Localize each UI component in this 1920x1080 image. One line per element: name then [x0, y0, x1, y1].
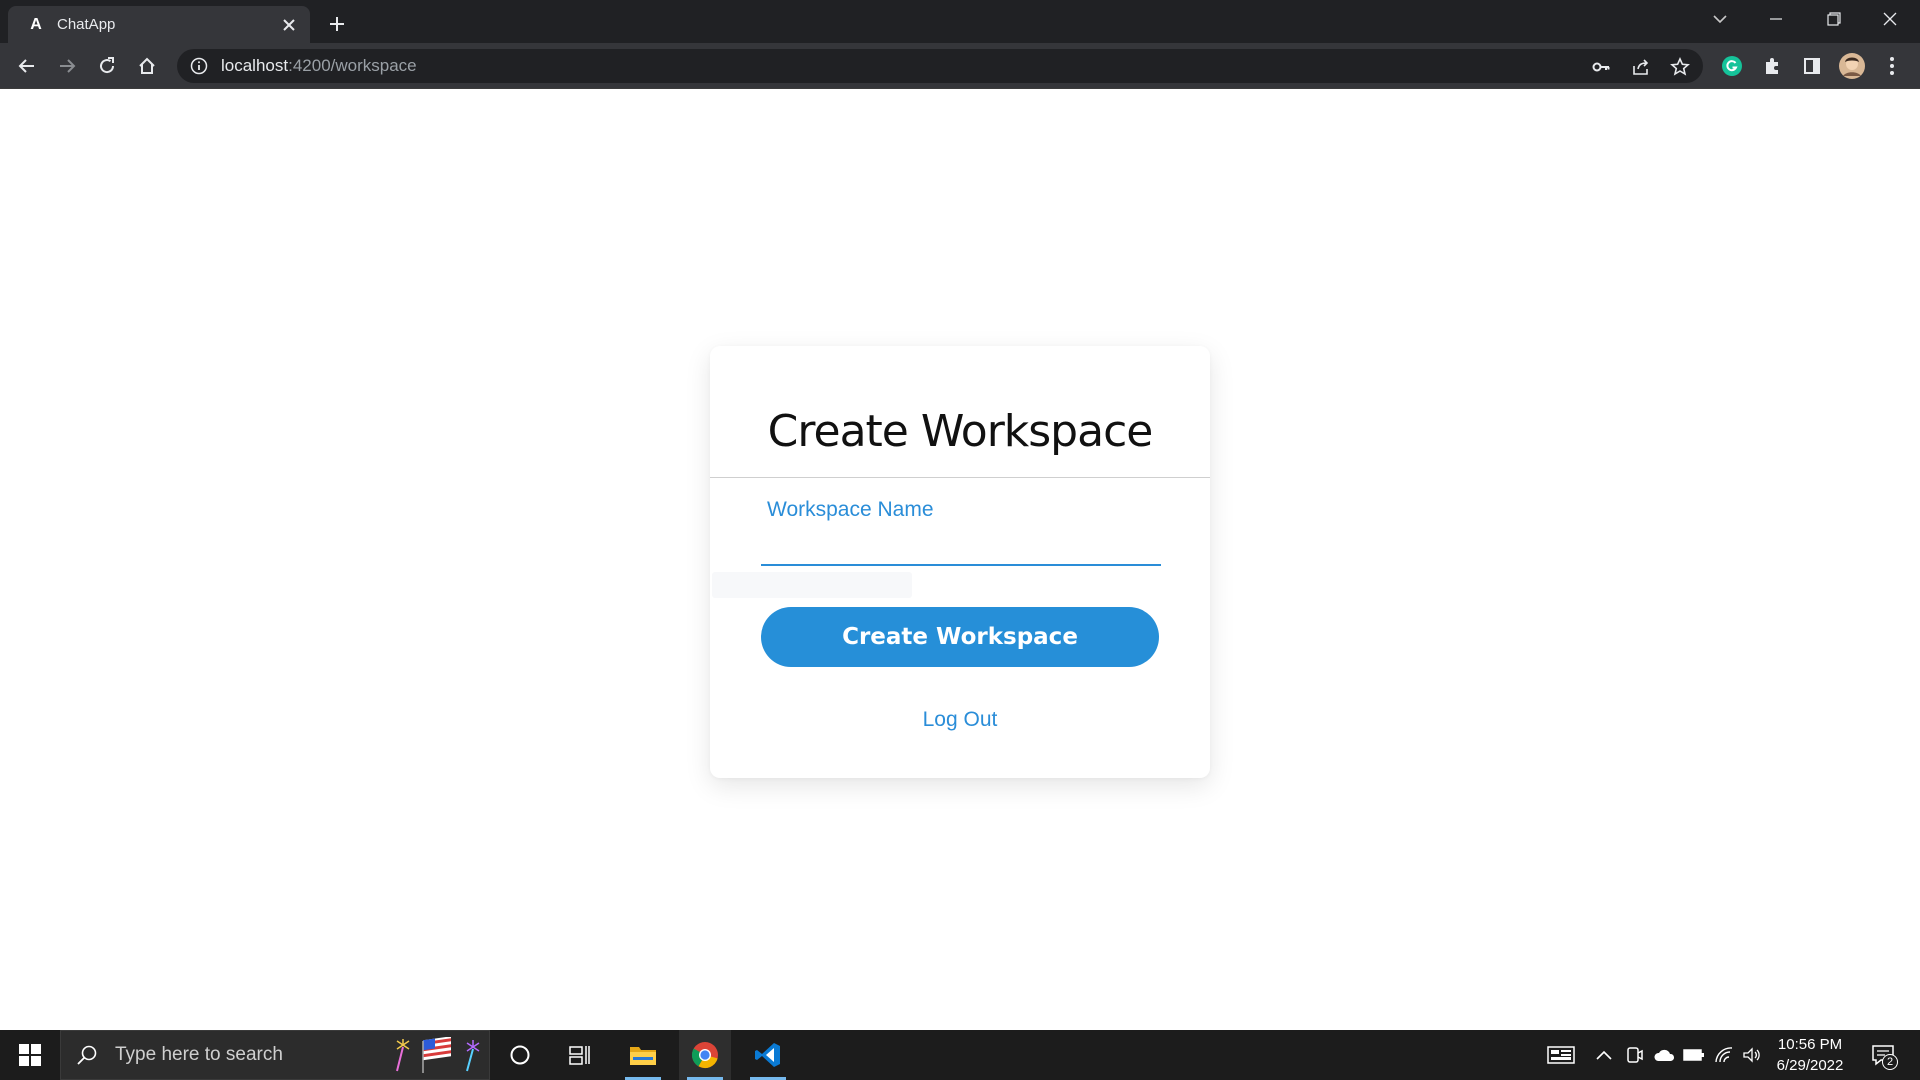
extensions-puzzle-icon[interactable] [1756, 50, 1788, 82]
search-highlight-fireworks-icon [389, 1037, 485, 1075]
profile-avatar[interactable] [1836, 50, 1868, 82]
workspace-name-label: Workspace Name [767, 498, 934, 521]
home-icon[interactable] [131, 50, 163, 82]
password-key-icon[interactable] [1590, 56, 1612, 78]
page-title: Create Workspace [767, 406, 1154, 457]
windows-start-icon[interactable] [0, 1030, 60, 1080]
cortana-icon[interactable] [494, 1030, 546, 1080]
url-host: localhost [221, 56, 289, 75]
side-panel-icon[interactable] [1796, 50, 1828, 82]
browser-tab[interactable]: A ChatApp [8, 6, 310, 43]
url-path: :4200/workspace [288, 56, 417, 75]
onedrive-cloud-icon[interactable] [1652, 1043, 1676, 1067]
notification-count-badge: 2 [1882, 1054, 1898, 1070]
search-placeholder: Type here to search [115, 1044, 283, 1065]
taskbar-clock[interactable]: 10:56 PM 6/29/2022 [1762, 1034, 1858, 1076]
browser-toolbar: localhost:4200/workspace [0, 43, 1920, 89]
url-text: localhost:4200/workspace [221, 56, 417, 76]
show-hidden-icons-chevron-icon[interactable] [1592, 1043, 1616, 1067]
tab-title: ChatApp [57, 16, 116, 33]
file-explorer-icon[interactable] [617, 1030, 669, 1080]
new-tab-icon[interactable] [322, 9, 352, 39]
notifications-icon[interactable]: 2 [1866, 1039, 1900, 1071]
forward-arrow-icon[interactable] [51, 50, 83, 82]
share-icon[interactable] [1630, 56, 1652, 78]
restore-icon[interactable] [1806, 0, 1862, 38]
browser-menu-icon[interactable] [1876, 50, 1908, 82]
workspace-name-input[interactable] [761, 528, 1161, 566]
clock-date: 6/29/2022 [1776, 1057, 1844, 1074]
meet-now-icon[interactable] [1622, 1043, 1646, 1067]
create-workspace-card: Create Workspace Workspace Name Create W… [710, 346, 1210, 778]
volume-icon[interactable] [1740, 1043, 1764, 1067]
chrome-icon[interactable] [679, 1030, 731, 1080]
clock-time: 10:56 PM [1777, 1036, 1843, 1053]
battery-icon[interactable] [1682, 1043, 1706, 1067]
close-window-icon[interactable] [1862, 0, 1918, 38]
task-view-icon[interactable] [554, 1030, 606, 1080]
close-tab-icon[interactable] [278, 14, 300, 36]
create-workspace-button[interactable]: Create Workspace [761, 607, 1159, 667]
minimize-icon[interactable] [1748, 0, 1804, 38]
angular-favicon-icon: A [30, 15, 42, 33]
tab-search-chevron-icon[interactable] [1692, 0, 1748, 38]
bookmark-star-icon[interactable] [1669, 56, 1691, 78]
browser-tab-strip: A ChatApp [0, 0, 1920, 43]
autofill-hint [712, 572, 912, 598]
taskbar-search-box[interactable]: Type here to search [60, 1030, 490, 1080]
wifi-icon[interactable] [1712, 1043, 1736, 1067]
back-arrow-icon[interactable] [11, 50, 43, 82]
address-bar[interactable]: localhost:4200/workspace [177, 49, 1703, 83]
logout-link[interactable]: Log Out [710, 708, 1210, 732]
reload-icon[interactable] [91, 50, 123, 82]
touch-keyboard-icon[interactable] [1546, 1043, 1576, 1067]
title-divider [710, 477, 1210, 478]
search-icon [75, 1043, 99, 1067]
windows-taskbar: Type here to search 10:56 PM 6/29/2022 2 [0, 1030, 1920, 1080]
site-info-icon[interactable] [189, 56, 209, 76]
grammarly-extension-icon[interactable] [1716, 50, 1748, 82]
vscode-icon[interactable] [742, 1030, 794, 1080]
